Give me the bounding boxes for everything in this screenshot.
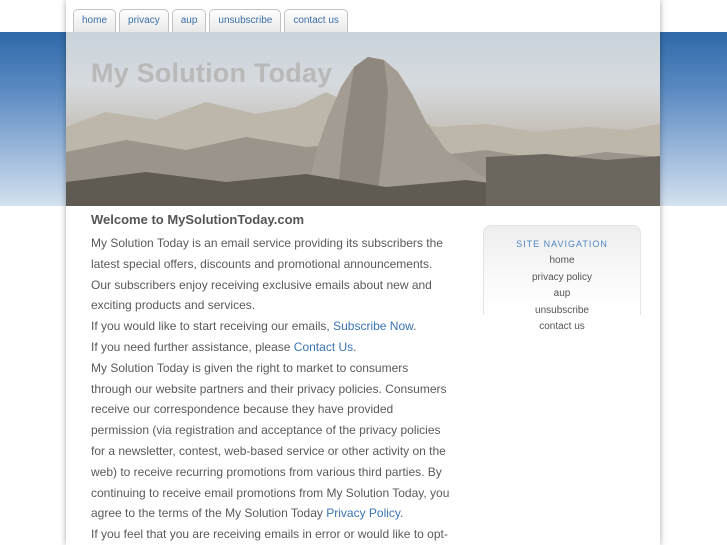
assistance-text: If you need further assistance, please bbox=[91, 339, 294, 354]
tab-home[interactable]: home bbox=[73, 9, 117, 32]
intro-paragraph: My Solution Today is an email service pr… bbox=[91, 236, 443, 313]
subscribe-end: . bbox=[413, 319, 417, 334]
sidebar-link-unsubscribe[interactable]: unsubscribe bbox=[484, 303, 640, 320]
contact-us-link[interactable]: Contact Us bbox=[294, 340, 353, 354]
permission-text: My Solution Today is given the right to … bbox=[91, 360, 450, 521]
sidebar-link-privacy-policy[interactable]: privacy policy bbox=[484, 270, 640, 287]
sidebar-link-home[interactable]: home bbox=[484, 253, 640, 270]
top-tab-bar: home privacy aup unsubscribe contact us bbox=[73, 9, 348, 32]
site-title: My Solution Today bbox=[91, 58, 333, 88]
tab-contact-us[interactable]: contact us bbox=[284, 9, 348, 32]
privacy-policy-link[interactable]: Privacy Policy bbox=[326, 506, 400, 520]
subscribe-now-link[interactable]: Subscribe Now bbox=[333, 319, 413, 333]
tab-unsubscribe[interactable]: unsubscribe bbox=[209, 9, 282, 32]
assistance-paragraph: If you need further assistance, please C… bbox=[91, 337, 451, 358]
page-container: home privacy aup unsubscribe contact us … bbox=[66, 0, 660, 545]
assistance-end: . bbox=[353, 339, 357, 354]
subscribe-paragraph: If you would like to start receiving our… bbox=[91, 316, 451, 337]
site-navigation-box: SITE NAVIGATION home privacy policy aup … bbox=[483, 225, 641, 332]
tab-aup[interactable]: aup bbox=[171, 9, 207, 32]
page-heading: Welcome to MySolutionToday.com bbox=[91, 212, 305, 227]
permission-paragraph: My Solution Today is given the right to … bbox=[91, 358, 451, 524]
subscribe-text: If you would like to start receiving our… bbox=[91, 319, 334, 334]
header-banner-image: My Solution Today bbox=[66, 32, 660, 206]
tab-privacy[interactable]: privacy bbox=[119, 9, 169, 32]
main-content: Welcome to MySolutionToday.com My Soluti… bbox=[91, 212, 451, 545]
sidebar-link-aup[interactable]: aup bbox=[484, 286, 640, 303]
permission-end: . bbox=[400, 506, 404, 521]
opt-out-paragraph: If you feel that you are receiving email… bbox=[91, 527, 448, 542]
sidebar-link-contact-us[interactable]: contact us bbox=[484, 319, 640, 336]
site-navigation-title: SITE NAVIGATION bbox=[516, 239, 608, 249]
